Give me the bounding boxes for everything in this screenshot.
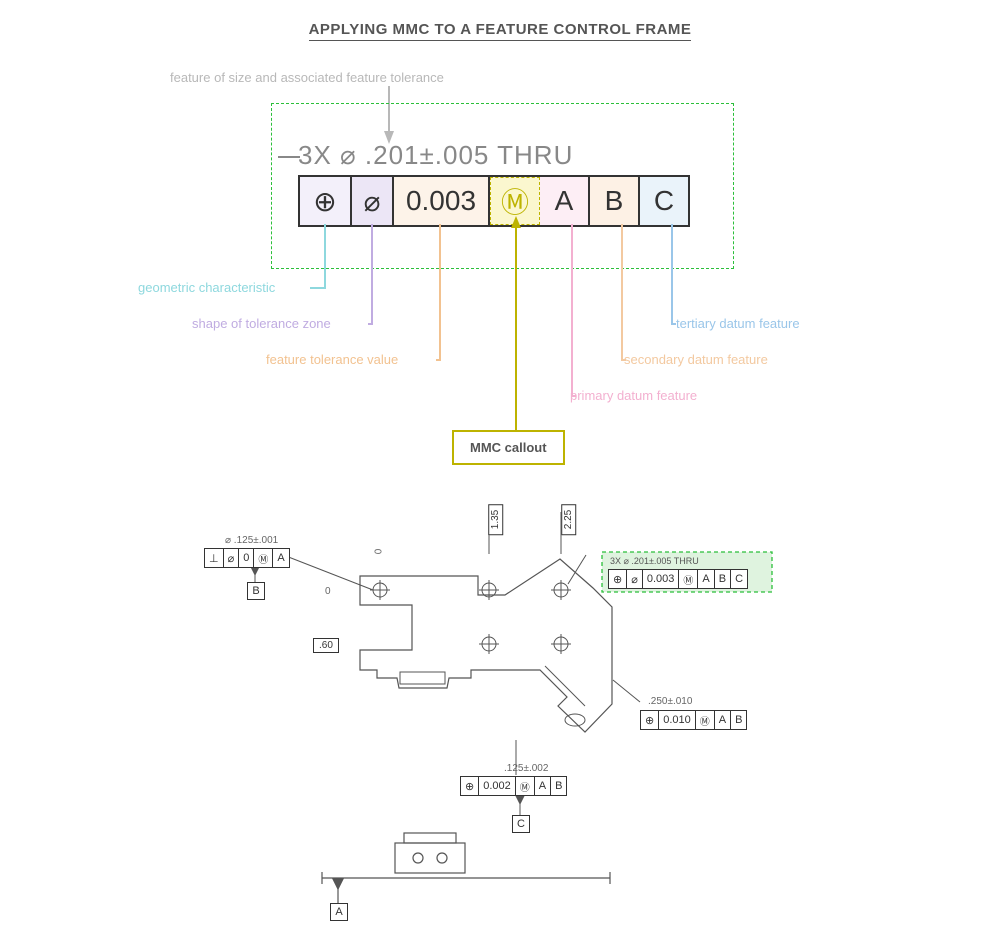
right-callout-caption: .250±.010	[648, 696, 692, 707]
sfcf-mod: Ⓜ	[516, 777, 535, 795]
sfcf-tol: 0	[239, 549, 254, 567]
dim-x0: 0	[325, 586, 331, 597]
left-callout-fcf: ⊥ ⌀ 0 Ⓜ A	[204, 548, 290, 568]
sfcf-d1: A	[715, 711, 731, 729]
engineering-drawing	[0, 0, 1000, 943]
sfcf-tol: 0.003	[643, 570, 680, 588]
sfcf-d1: A	[535, 777, 551, 795]
sfcf-d2: B	[715, 570, 731, 588]
dim-basic60: .60	[313, 638, 339, 653]
sfcf-d2: B	[551, 777, 566, 795]
dim-y2: 2.25	[561, 504, 576, 535]
dim-y1: 1.35	[488, 504, 503, 535]
sfcf-shape: ⌀	[224, 549, 240, 567]
sfcf-tol: 0.002	[479, 777, 516, 795]
hole-callout-fcf: ⊕ ⌀ 0.003 Ⓜ A B C	[608, 569, 748, 589]
bottom-callout-fcf: ⊕ 0.002 Ⓜ A B	[460, 776, 567, 796]
datum-b-box: B	[247, 582, 265, 600]
sfcf-char: ⊕	[641, 711, 659, 729]
sfcf-d1: A	[698, 570, 714, 588]
left-callout-caption: ⌀ .125±.001	[225, 535, 278, 546]
sfcf-d3: C	[731, 570, 747, 588]
sfcf-shape: ⌀	[627, 570, 643, 588]
hole-callout-caption: 3X ⌀ .201±.005 THRU	[610, 556, 699, 567]
right-callout-fcf: ⊕ 0.010 Ⓜ A B	[640, 710, 747, 730]
sfcf-char: ⊥	[205, 549, 224, 567]
sfcf-d1: A	[273, 549, 288, 567]
sfcf-mod: Ⓜ	[679, 570, 698, 588]
bottom-callout-caption: .125±.002	[504, 763, 548, 774]
dim-y0: 0	[373, 549, 384, 555]
sfcf-d2: B	[731, 711, 746, 729]
datum-a-box: A	[330, 903, 348, 921]
sfcf-char: ⊕	[609, 570, 627, 588]
sfcf-tol: 0.010	[659, 711, 696, 729]
diagram-page: APPLYING MMC TO A FEATURE CONTROL FRAME …	[0, 0, 1000, 943]
datum-c-box: C	[512, 815, 530, 833]
sfcf-mod: Ⓜ	[696, 711, 715, 729]
sfcf-char: ⊕	[461, 777, 479, 795]
sfcf-mod: Ⓜ	[254, 549, 273, 567]
